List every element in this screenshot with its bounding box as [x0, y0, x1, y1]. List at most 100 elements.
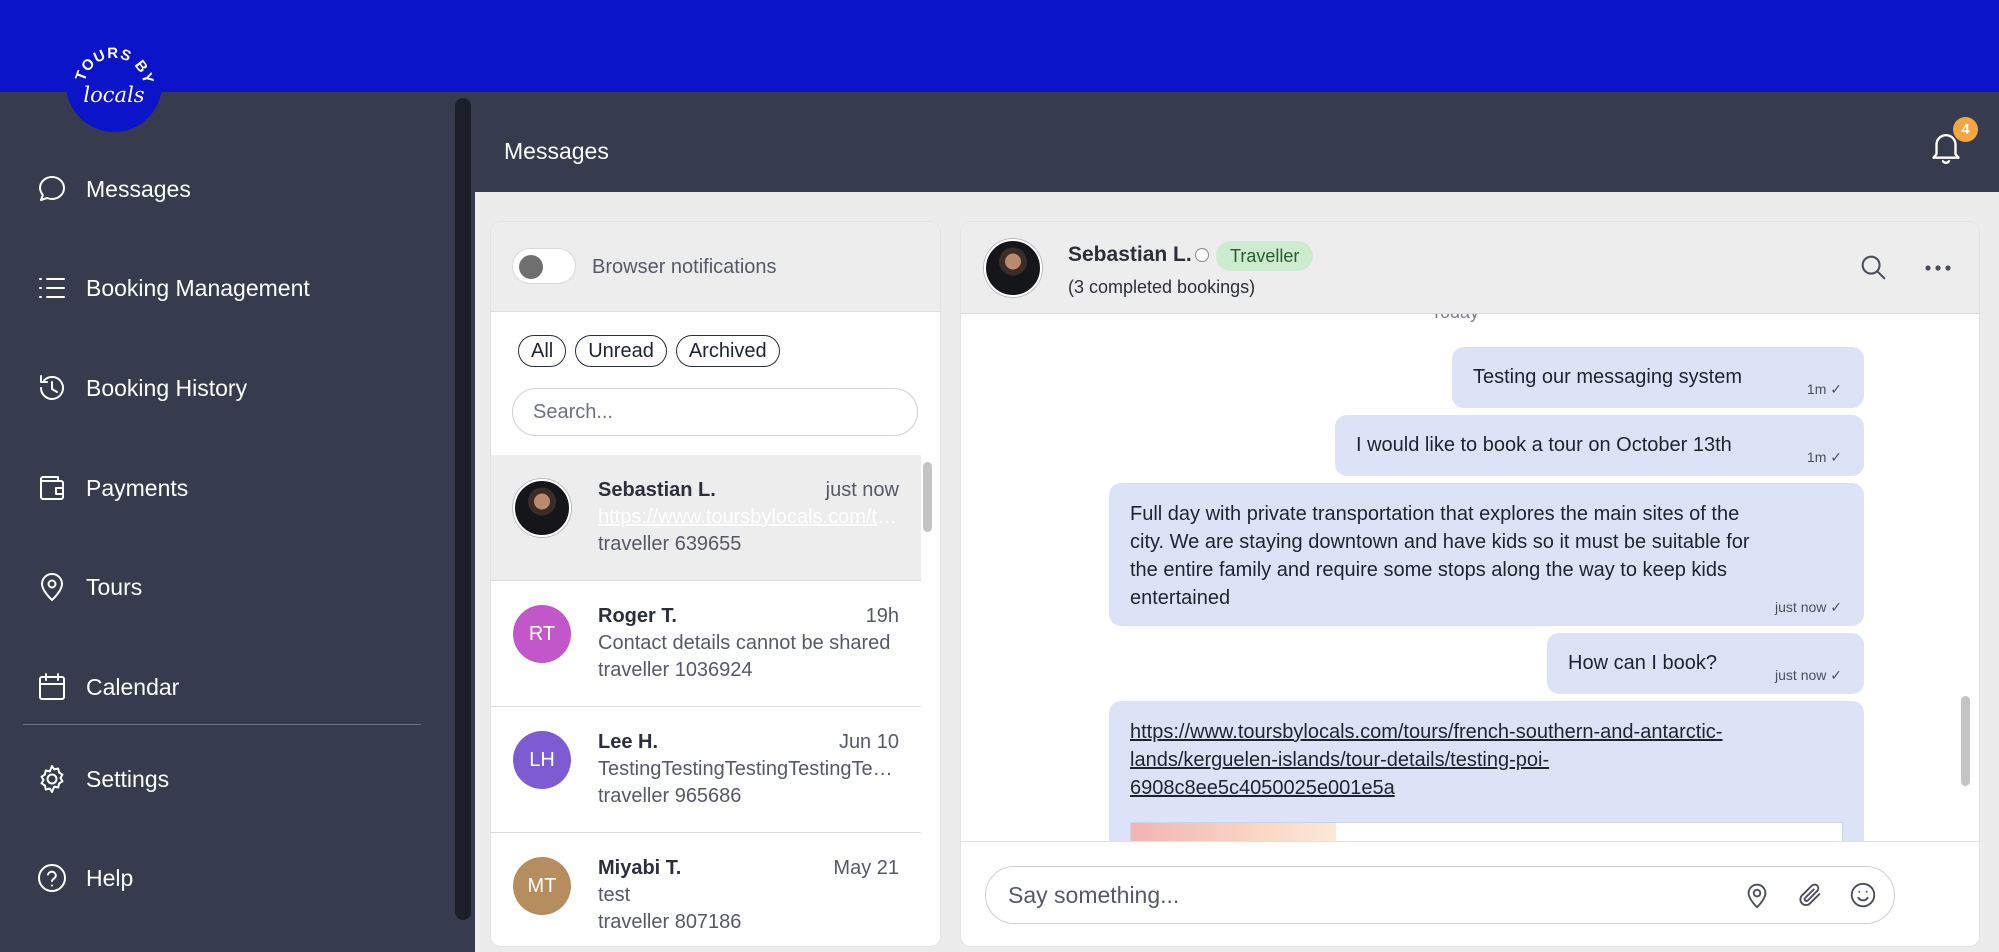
message-line: the entire family and require some stops… [1130, 559, 1727, 581]
online-status-indicator [1195, 248, 1209, 262]
conversation-time: Jun 10 [838, 731, 899, 753]
conversation-item[interactable]: LH Lee H. Jun 10 TestingTestingTestingTe… [491, 707, 921, 833]
gear-icon [34, 761, 70, 797]
chat-contact-name: Sebastian L. [1068, 243, 1192, 266]
sidebar-item-label: Messages [86, 175, 191, 202]
sidebar-item-booking-management[interactable]: Booking Management [34, 260, 424, 316]
smiley-icon [1850, 882, 1876, 908]
sidebar-item-label: Booking History [86, 374, 248, 401]
more-options-button[interactable] [1920, 248, 1956, 284]
wallet-icon [34, 470, 70, 506]
conversation-name: Sebastian L. [598, 479, 716, 501]
sidebar-item-settings[interactable]: Settings [34, 751, 424, 807]
conversation-item[interactable]: Sebastian L. just now https://www.toursb… [491, 455, 921, 581]
filter-all[interactable]: All [518, 335, 567, 367]
message-line: city. We are staying downtown and have k… [1130, 531, 1750, 553]
conversation-search-input[interactable] [512, 388, 918, 436]
chat-header: Sebastian L. Traveller (3 completed book… [961, 222, 1979, 314]
conversation-traveller-id: traveller 1036924 [598, 659, 753, 681]
conversation-time: 19h [865, 605, 899, 627]
message-composer [961, 841, 1979, 946]
role-badge: Traveller [1216, 241, 1314, 271]
message-bubble: Full day with private transportation tha… [1109, 483, 1864, 626]
message-meta: 1m ✓ [1806, 449, 1842, 465]
search-icon [1861, 255, 1886, 280]
message-text: I would like to book a tour on October 1… [1356, 434, 1732, 456]
attach-file-button[interactable] [1795, 880, 1827, 912]
conversation-item[interactable]: MT Miyabi T. May 21 test traveller 80718… [491, 833, 921, 946]
avatar [513, 479, 571, 537]
browser-notifications-toggle[interactable] [512, 248, 576, 284]
conversation-time: May 21 [833, 857, 899, 879]
svg-text:locals: locals [83, 83, 144, 107]
message-thread: Today Testing our messaging system 1m ✓ … [961, 314, 1979, 841]
message-text: Full day with private transportation tha… [1130, 500, 1750, 612]
conversation-time: just now [825, 479, 899, 501]
message-thread-scrollbar[interactable] [1961, 696, 1970, 786]
conversation-filters: All Unread Archived [518, 335, 780, 367]
conversation-name: Miyabi T. [598, 857, 682, 879]
conversations-panel: Browser notifications All Unread Archive… [491, 222, 940, 946]
conversation-list: Sebastian L. just now https://www.toursb… [491, 455, 921, 946]
message-line: entertained [1130, 587, 1231, 609]
message-link-line: 6908c8ee5c4050025e001e5a [1130, 777, 1395, 799]
tours-by-locals-logo[interactable]: TOURS BY locals [66, 36, 162, 132]
link-preview-image [1131, 823, 1336, 841]
emoji-button[interactable] [1848, 880, 1880, 912]
message-meta: 1m ✓ [1806, 381, 1842, 397]
message-bubble: I would like to book a tour on October 1… [1335, 415, 1864, 476]
chat-panel: Today Testing our messaging system 1m ✓ … [961, 222, 1979, 946]
map-pin-icon [1747, 883, 1767, 909]
conversation-preview: TestingTestingTestingTestingTesting [598, 758, 900, 780]
sidebar-item-label: Help [86, 864, 134, 891]
conversation-traveller-id: traveller 639655 [598, 533, 742, 555]
toggle-knob [519, 255, 543, 279]
top-brand-band [0, 0, 1999, 92]
conversation-preview: https://www.toursbylocals.com/tours/fren… [598, 506, 900, 528]
more-icon [1925, 265, 1951, 271]
conversation-preview: Contact details cannot be shared [598, 632, 891, 654]
message-bubble: https://www.toursbylocals.com/tours/fren… [1109, 701, 1864, 841]
sidebar-item-help[interactable]: Help [34, 850, 424, 906]
sidebar-item-payments[interactable]: Payments [34, 460, 424, 516]
svg-text:TOURS BY: TOURS BY [72, 45, 157, 86]
browser-notifications-label: Browser notifications [592, 256, 777, 278]
list-icon [34, 270, 70, 306]
page-header: Messages 4 [475, 92, 1999, 192]
filter-archived[interactable]: Archived [675, 335, 780, 367]
message-text: Testing our messaging system [1473, 366, 1743, 388]
page-title: Messages [504, 138, 609, 164]
sidebar-item-calendar[interactable]: Calendar [34, 659, 424, 715]
message-link-line: lands/kerguelen-islands/tour-details/tes… [1130, 749, 1550, 771]
message-meta: just now ✓ [1775, 599, 1842, 615]
message-text: How can I book? [1568, 652, 1717, 674]
sidebar-item-label: Payments [86, 474, 189, 501]
conversation-item[interactable]: RT Roger T. 19h Contact details cannot b… [491, 581, 921, 707]
sidebar-item-messages[interactable]: Messages [34, 161, 424, 217]
share-location-button[interactable] [1742, 880, 1774, 912]
message-bubble: How can I book? just now ✓ [1547, 633, 1864, 694]
conversation-list-scrollbar[interactable] [923, 462, 932, 532]
calendar-icon [34, 669, 70, 705]
message-line: Full day with private transportation tha… [1130, 503, 1740, 525]
sidebar-item-tours[interactable]: Tours [34, 559, 424, 615]
filter-unread[interactable]: Unread [575, 335, 667, 367]
sidebar-divider [23, 724, 421, 725]
sidebar-item-label: Calendar [86, 673, 180, 700]
browser-notifications-bar: Browser notifications [491, 222, 940, 312]
message-meta: just now ✓ [1775, 667, 1842, 683]
message-link[interactable]: https://www.toursbylocals.com/tours/fren… [1130, 718, 1722, 802]
chat-search-button[interactable] [1858, 252, 1890, 284]
conversation-traveller-id: traveller 965686 [598, 785, 742, 807]
link-preview-card[interactable] [1130, 822, 1843, 841]
avatar [984, 239, 1042, 297]
completed-bookings-count: (3 completed bookings) [1068, 277, 1256, 297]
conversation-name: Lee H. [598, 731, 659, 753]
conversation-traveller-id: traveller 807186 [598, 911, 742, 933]
message-bubble: Testing our messaging system 1m ✓ [1452, 347, 1864, 408]
sidebar-scrollbar[interactable] [455, 98, 471, 920]
sidebar-item-label: Booking Management [86, 274, 310, 301]
sidebar-item-booking-history[interactable]: Booking History [34, 360, 424, 416]
sidebar [0, 92, 475, 952]
avatar: MT [513, 857, 571, 915]
